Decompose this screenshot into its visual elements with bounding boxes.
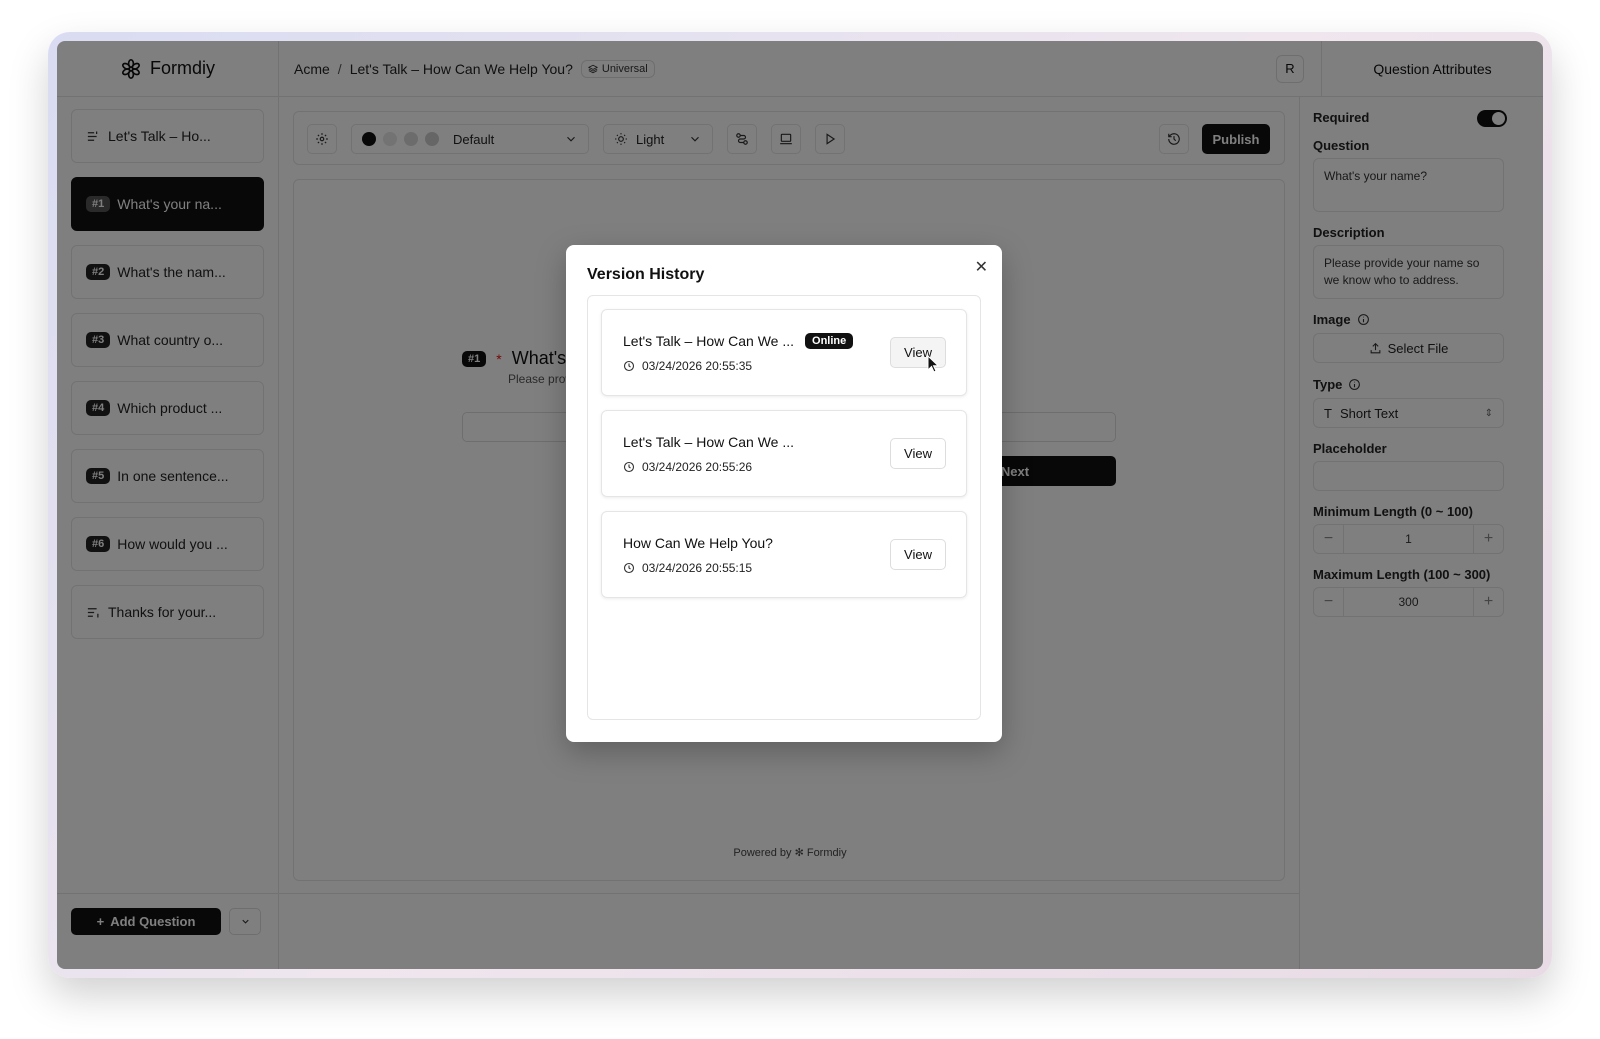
clock-icon [623,461,635,473]
version-title: How Can We Help You? [623,535,773,551]
version-title-text: How Can We Help You? [623,535,773,551]
version-timestamp: 03/24/2026 20:55:15 [623,561,752,575]
version-title-text: Let's Talk – How Can We ... [623,333,795,349]
mouse-cursor-icon [927,355,939,373]
online-badge: Online [805,333,854,349]
version-timestamp: 03/24/2026 20:55:35 [623,359,752,373]
modal-title: Version History [587,266,705,283]
view-version-button[interactable]: View [890,539,946,570]
version-timestamp: 03/24/2026 20:55:26 [623,460,752,474]
version-title-text: Let's Talk – How Can We ... [623,434,795,450]
version-time-text: 03/24/2026 20:55:15 [642,561,753,575]
clock-icon [623,360,635,372]
version-card: Let's Talk – How Can We ... 03/24/2026 2… [601,410,967,497]
version-card: Let's Talk – How Can We ... Online 03/24… [601,309,967,396]
version-card: How Can We Help You? 03/24/2026 20:55:15… [601,511,967,598]
version-title: Let's Talk – How Can We ... [623,434,794,450]
version-title: Let's Talk – How Can We ... Online [623,333,854,349]
clock-icon [623,562,635,574]
app-window: Formdiy Acme / Let's Talk – How Can We H… [57,41,1543,969]
view-version-button[interactable]: View [890,438,946,469]
version-time-text: 03/24/2026 20:55:26 [642,460,753,474]
close-icon[interactable]: ✕ [975,257,988,277]
version-history-modal: Version History ✕ Let's Talk – How Can W… [566,245,1002,742]
version-time-text: 03/24/2026 20:55:35 [642,359,753,373]
version-list: Let's Talk – How Can We ... Online 03/24… [587,295,981,720]
